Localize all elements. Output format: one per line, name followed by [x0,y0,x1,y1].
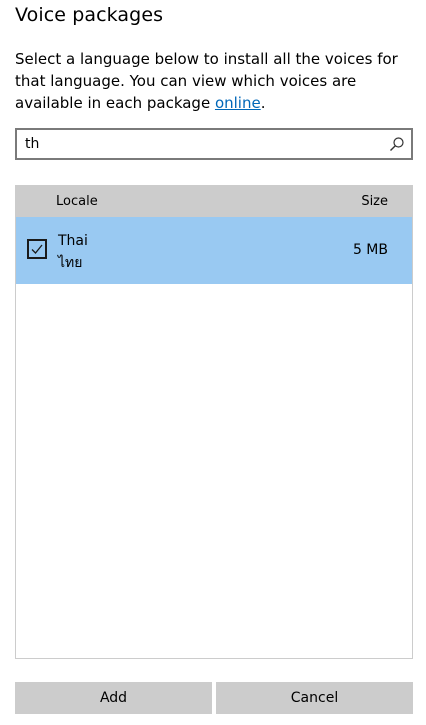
column-header-locale[interactable]: Locale [56,194,98,209]
list-header: Locale Size [16,186,412,217]
search-icon[interactable] [389,136,405,152]
package-size: 5 MB [352,242,388,258]
cancel-button[interactable]: Cancel [216,682,413,714]
description-end: . [260,94,266,112]
search-box[interactable] [15,128,413,160]
search-input[interactable] [25,130,375,158]
locale-native-name: ไทย [58,255,83,271]
checkmark-icon [31,244,43,254]
dialog-description: Select a language below to install all t… [15,48,415,114]
add-button[interactable]: Add [15,682,212,714]
list-item[interactable]: Thai ไทย 5 MB [16,217,412,284]
dialog-title: Voice packages [15,4,164,26]
locale-name: Thai [58,233,88,249]
column-header-size[interactable]: Size [361,194,388,209]
description-text: Select a language below to install all t… [15,50,398,112]
checkbox-thai[interactable] [27,239,47,259]
voice-package-list: Locale Size Thai ไทย 5 MB [15,185,413,659]
online-link[interactable]: online [215,94,261,112]
